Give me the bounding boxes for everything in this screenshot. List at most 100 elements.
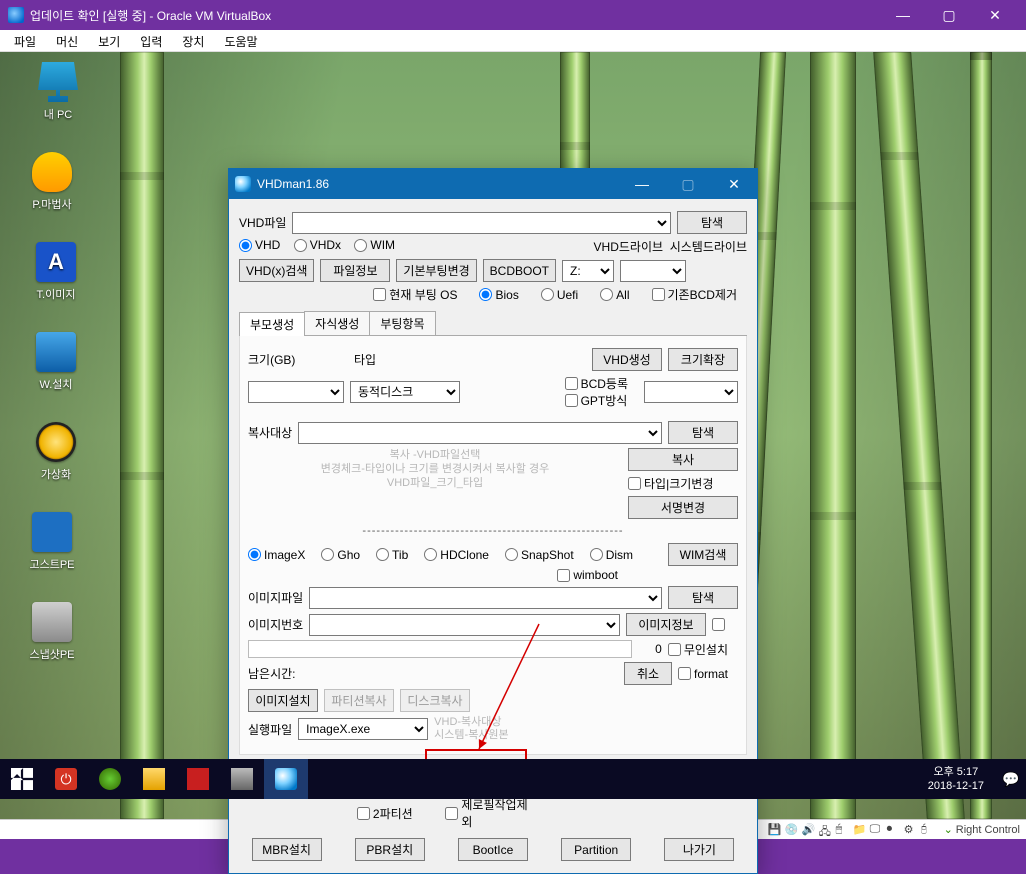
start-button[interactable] [0, 759, 44, 799]
guest-desktop[interactable]: 내 PC P.마법사 AT.이미지 W.설치 가상화 고스트PE 스냅샷PE V… [0, 52, 1026, 819]
chk-wimboot[interactable]: wimboot [557, 568, 618, 582]
vhdman-maximize-button: ▢ [665, 169, 711, 199]
file-info-button[interactable]: 파일정보 [320, 259, 390, 282]
vhdman-close-button[interactable]: ✕ [711, 169, 757, 199]
tab-child-create[interactable]: 자식생성 [304, 311, 370, 335]
vhd-file-browse-button[interactable]: 탐색 [677, 211, 747, 234]
exec-note-1: VHD-복사대상 [434, 716, 509, 729]
chk-remove-existing-bcd[interactable]: 기존BCD제거 [652, 286, 738, 303]
chk-format[interactable]: format [678, 667, 728, 681]
partition-button[interactable]: Partition [561, 838, 631, 861]
radio-bios[interactable]: Bios [479, 288, 518, 302]
chk-current-boot-os[interactable]: 현재 부팅 OS [373, 286, 457, 303]
chk-type-size-change[interactable]: 타입|크기변경 [628, 475, 728, 492]
status-rec-icon: ⏺ [887, 823, 901, 837]
boot-change-button[interactable]: 기본부팅변경 [396, 259, 476, 282]
taskbar-clock[interactable]: 오후 5:17 2018-12-17 [916, 765, 996, 793]
image-index-combo[interactable] [309, 614, 620, 636]
type-select[interactable]: 동적디스크 [350, 381, 460, 403]
chk-gpt[interactable]: GPT방식 [565, 392, 628, 409]
radio-hdclone[interactable]: HDClone [424, 548, 489, 562]
chk-bcd-register[interactable]: BCD등록 [565, 375, 628, 392]
copy-target-browse-button[interactable]: 탐색 [668, 421, 738, 444]
vhdx-search-button[interactable]: VHD(x)검색 [239, 259, 314, 282]
pbr-install-button[interactable]: PBR설치 [355, 838, 425, 861]
menu-file[interactable]: 파일 [4, 30, 46, 51]
image-info-button[interactable]: 이미지정보 [626, 613, 706, 636]
bcdboot-button[interactable]: BCDBOOT [483, 259, 556, 282]
copy-button[interactable]: 복사 [628, 448, 738, 471]
copy-hint-2: 변경체크-타입이나 크기를 변경시켜서 복사할 경우 [248, 462, 622, 476]
image-file-browse-button[interactable]: 탐색 [668, 586, 738, 609]
menu-machine[interactable]: 머신 [46, 30, 88, 51]
taskbar-app-3[interactable] [220, 759, 264, 799]
vhd-drive-select[interactable]: Z: [562, 260, 614, 282]
desktop-icon-ghostpe[interactable]: 고스트PE [18, 512, 86, 572]
taskbar[interactable]: 오후 5:17 2018-12-17 💬 [0, 759, 1026, 799]
radio-gho[interactable]: Gho [321, 548, 360, 562]
cancel-button[interactable]: 취소 [624, 662, 672, 685]
vbox-maximize-button[interactable]: ▢ [926, 1, 972, 29]
vhdman-minimize-button[interactable]: — [619, 169, 665, 199]
radio-dism[interactable]: Dism [590, 548, 633, 562]
radio-wim[interactable]: WIM [354, 238, 395, 252]
bootice-button[interactable]: BootIce [458, 838, 528, 861]
rename-sig-button[interactable]: 서명변경 [628, 496, 738, 519]
radio-imagex[interactable]: ImageX [248, 548, 305, 562]
image-install-button[interactable]: 이미지설치 [248, 689, 318, 712]
desktop-icon-wizard[interactable]: P.마법사 [18, 152, 86, 212]
partition-copy-button: 파티션복사 [324, 689, 394, 712]
exec-file-label: 실행파일 [248, 721, 292, 738]
tab-boot-item[interactable]: 부팅항목 [369, 311, 435, 335]
type-label: 타입 [354, 353, 376, 367]
vbox-close-button[interactable]: ✕ [972, 1, 1018, 29]
size-extend-button[interactable]: 크기확장 [668, 348, 738, 371]
radio-all[interactable]: All [600, 288, 629, 302]
menu-input[interactable]: 입력 [130, 30, 172, 51]
wim-search-button[interactable]: WIM검색 [668, 543, 738, 566]
chk-two-partition[interactable]: 2파티션 [357, 796, 413, 830]
taskbar-app-1[interactable] [88, 759, 132, 799]
bcd-target-select[interactable] [644, 381, 738, 403]
vhd-create-button[interactable]: VHD생성 [592, 348, 662, 371]
chk-imageinfo-extra[interactable] [712, 618, 728, 631]
taskbar-app-explorer[interactable] [132, 759, 176, 799]
disk-copy-button: 디스크복사 [400, 689, 470, 712]
vbox-minimize-button[interactable]: — [880, 1, 926, 29]
desktop-icon-timage[interactable]: AT.이미지 [22, 242, 90, 302]
status-hdd-icon: 💾 [768, 823, 782, 837]
menu-devices[interactable]: 장치 [172, 30, 214, 51]
radio-vhd[interactable]: VHD [239, 238, 280, 252]
desktop-icon-virtual[interactable]: 가상화 [22, 422, 90, 482]
power-button[interactable] [44, 759, 88, 799]
image-index-label: 이미지번호 [248, 616, 303, 633]
tab-parent-create[interactable]: 부모생성 [239, 312, 305, 336]
radio-vhdx[interactable]: VHDx [294, 238, 341, 252]
vhdman-titlebar[interactable]: VHDman1.86 — ▢ ✕ [229, 169, 757, 199]
size-select[interactable] [248, 381, 344, 403]
image-file-combo[interactable] [309, 587, 662, 609]
radio-snapshot[interactable]: SnapShot [505, 548, 574, 562]
copy-hint-3: VHD파일_크기_타입 [248, 476, 622, 490]
vhd-file-combo[interactable] [292, 212, 671, 234]
vhd-drive-label: VHD드라이브 [594, 240, 664, 254]
system-drive-select[interactable] [620, 260, 686, 282]
chk-unattend[interactable]: 무인설치 [668, 641, 728, 658]
chk-zerofill-exclude[interactable]: 제로필작업제외 [445, 796, 530, 830]
mbr-install-button[interactable]: MBR설치 [252, 838, 322, 861]
copy-target-combo[interactable] [298, 422, 662, 444]
taskbar-app-2[interactable] [176, 759, 220, 799]
vbox-titlebar[interactable]: 업데이트 확인 [실행 중] - Oracle VM VirtualBox — … [0, 0, 1026, 30]
tray-notification-icon[interactable]: 💬 [996, 771, 1026, 788]
taskbar-app-vhdman-active[interactable] [264, 759, 308, 799]
desktop-icon-snapshotpe[interactable]: 스냅샷PE [18, 602, 86, 662]
exec-file-select[interactable]: ImageX.exe [298, 718, 428, 740]
desktop-icon-my-pc[interactable]: 내 PC [24, 62, 92, 122]
menu-view[interactable]: 보기 [88, 30, 130, 51]
desktop-icon-install[interactable]: W.설치 [22, 332, 90, 392]
exit-button[interactable]: 나가기 [664, 838, 734, 861]
menu-help[interactable]: 도움말 [214, 30, 267, 51]
radio-tib[interactable]: Tib [376, 548, 408, 562]
status-display-icon: 🖵 [870, 823, 884, 837]
radio-uefi[interactable]: Uefi [541, 288, 578, 302]
